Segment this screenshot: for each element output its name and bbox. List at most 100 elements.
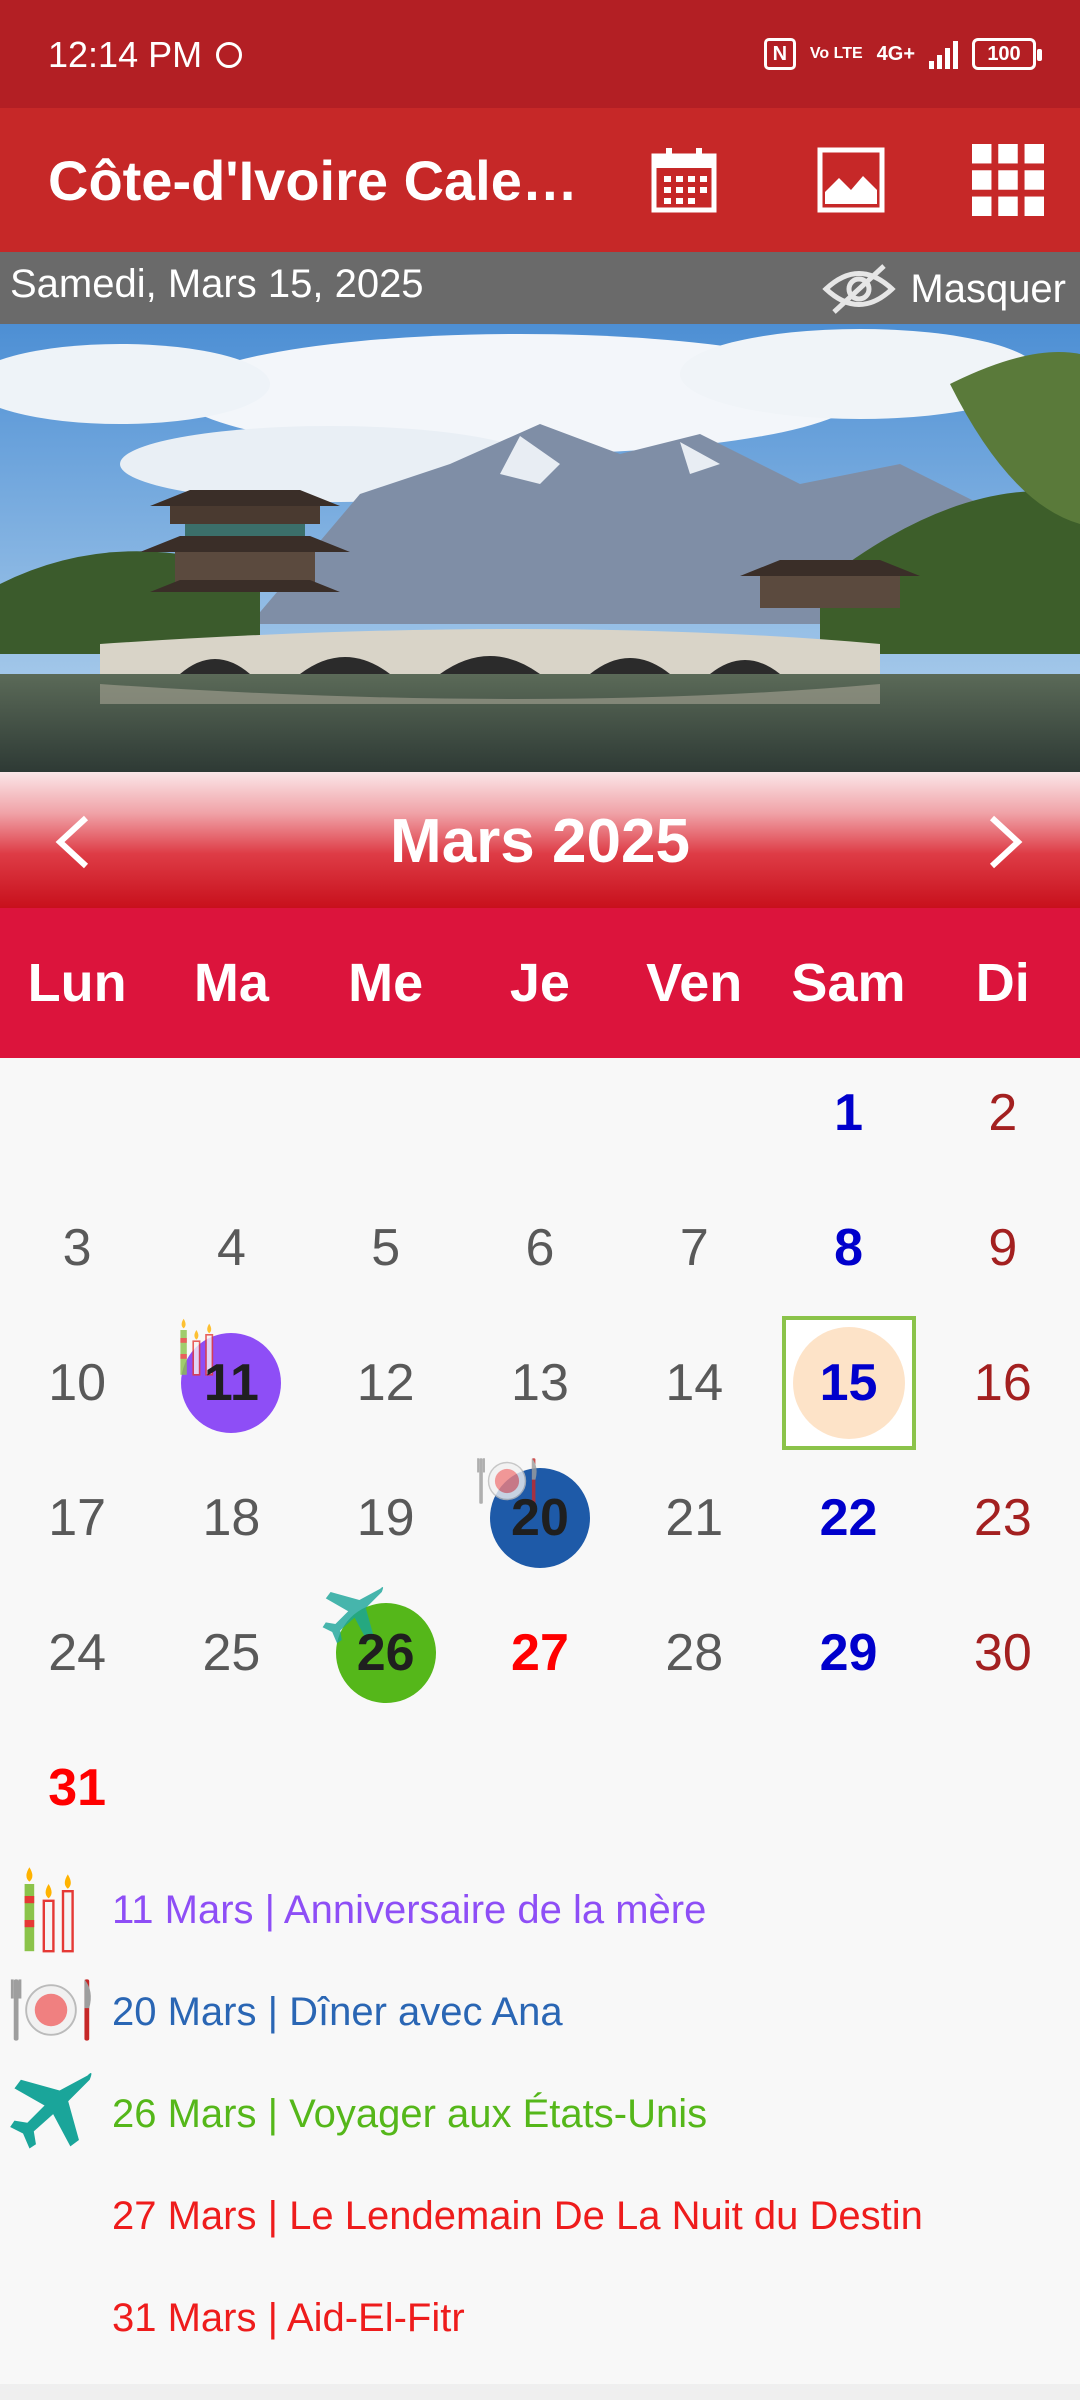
calendar-day-cell[interactable]: 5 xyxy=(309,1193,463,1328)
calendar-day-cell[interactable]: 25 xyxy=(154,1598,308,1733)
calendar-day-number: 21 xyxy=(665,1489,724,1547)
calendar-day-number: 17 xyxy=(48,1489,107,1547)
calendar-day-number: 27 xyxy=(511,1624,569,1682)
calendar-day-number: 20 xyxy=(511,1489,569,1547)
calendar-day-cell[interactable]: 27 xyxy=(463,1598,617,1733)
image-icon xyxy=(817,147,885,213)
event-text: 27 Mars | Le Lendemain De La Nuit du Des… xyxy=(112,2194,923,2238)
calendar-day-cell[interactable]: 17 xyxy=(0,1463,154,1598)
weekday-header: Lun Ma Me Je Ven Sam Di xyxy=(0,908,1080,1058)
weekday-label: Lun xyxy=(27,953,127,1013)
calendar-day-number: 25 xyxy=(202,1624,261,1682)
calendar-day-cell[interactable]: 7 xyxy=(617,1193,771,1328)
hide-label: Masquer xyxy=(910,266,1066,311)
event-item[interactable]: 11 Mars | Anniversaire de la mère xyxy=(0,1860,1080,1960)
calendar-day-cell[interactable]: 20 xyxy=(463,1458,617,1598)
calendar-day-cell[interactable]: 4 xyxy=(154,1193,308,1328)
grid-menu-icon xyxy=(972,144,1044,216)
calendar-day-cell[interactable]: 13 xyxy=(463,1328,617,1463)
date-strip: Samedi, Mars 15, 2025 Masquer xyxy=(0,252,1080,324)
calendar-day-cell[interactable]: 18 xyxy=(154,1463,308,1598)
calendar-day-cell[interactable]: 22 xyxy=(771,1463,925,1598)
calendar-day-cell[interactable]: 8 xyxy=(771,1193,925,1328)
calendar-day-cell[interactable]: 24 xyxy=(0,1598,154,1733)
calendar-day-number: 1 xyxy=(834,1084,864,1142)
calendar-day-number: 26 xyxy=(356,1624,415,1682)
event-text: 26 Mars | Voyager aux États-Unis xyxy=(112,2092,708,2136)
eye-off-icon xyxy=(822,264,897,314)
calendar-day-cell[interactable]: 31 xyxy=(0,1733,154,1868)
hide-button[interactable]: Masquer xyxy=(822,258,1066,320)
calendar-day-cell[interactable]: 6 xyxy=(463,1193,617,1328)
bottom-edge xyxy=(0,2384,1080,2400)
calendar-day-cell[interactable]: 23 xyxy=(926,1463,1080,1598)
calendar-day-cell[interactable]: 14 xyxy=(617,1328,771,1463)
calendar-day-number: 14 xyxy=(665,1354,724,1412)
calendar-day-cell[interactable]: 11 xyxy=(154,1318,308,1463)
event-item[interactable]: 31 Mars | Aid-El-Fitr xyxy=(0,2268,1080,2368)
nfc-icon: N xyxy=(763,38,796,70)
event-text: 31 Mars | Aid-El-Fitr xyxy=(112,2296,465,2340)
calendar-day-cell[interactable]: 12 xyxy=(309,1328,463,1463)
event-item[interactable]: 26 Mars | Voyager aux États-Unis xyxy=(0,2064,1080,2164)
calendar-day-number: 19 xyxy=(356,1489,415,1547)
calendar-day-number: 31 xyxy=(48,1759,107,1817)
calendar-day-cell[interactable]: 3 xyxy=(0,1193,154,1328)
battery-icon: 100 xyxy=(972,38,1042,70)
event-text: 20 Mars | Dîner avec Ana xyxy=(112,1990,563,2034)
calendar-day-number: 22 xyxy=(819,1489,878,1547)
calendar-button[interactable] xyxy=(648,144,720,216)
calendar-day-number: 6 xyxy=(525,1219,555,1277)
calendar-day-number: 29 xyxy=(819,1624,878,1682)
calendar-day-cell[interactable]: 29 xyxy=(771,1598,925,1733)
birthday-candles-icon xyxy=(8,1860,98,1960)
calendar-day-cell[interactable]: 2 xyxy=(926,1058,1080,1193)
calendar-day-cell[interactable]: 9 xyxy=(926,1193,1080,1328)
calendar-day-number: 18 xyxy=(202,1489,261,1547)
image-button[interactable] xyxy=(815,144,887,216)
event-item[interactable]: 20 Mars | Dîner avec Ana xyxy=(0,1962,1080,2062)
calendar-day-number: 5 xyxy=(371,1219,401,1277)
calendar-day-number: 24 xyxy=(48,1624,107,1682)
calendar-day-number: 12 xyxy=(356,1354,415,1412)
weekday-label: Me xyxy=(348,953,424,1013)
calendar-day-number: 3 xyxy=(62,1219,92,1277)
calendar-day-number: 8 xyxy=(834,1219,864,1277)
app-bar: Côte-d'Ivoire Cale… xyxy=(0,108,1080,252)
signal-icon xyxy=(929,39,958,69)
calendar-day-number: 2 xyxy=(988,1084,1018,1142)
calendar-day-number: 15 xyxy=(819,1354,878,1412)
calendar-day-number: 13 xyxy=(511,1354,569,1412)
calendar-day-cell[interactable]: 1 xyxy=(771,1058,925,1193)
calendar-day-number: 7 xyxy=(679,1219,709,1277)
calendar-day-cell[interactable]: 15 xyxy=(771,1316,925,1463)
calendar-day-cell[interactable]: 26 xyxy=(309,1587,463,1733)
banner-image xyxy=(0,324,1080,772)
calendar-day-cell[interactable]: 16 xyxy=(926,1328,1080,1463)
status-bar: 12:14 PM N Vo LTE 4G+ 100 xyxy=(0,0,1080,108)
event-item[interactable]: 27 Mars | Le Lendemain De La Nuit du Des… xyxy=(0,2166,1080,2266)
airplane-icon xyxy=(8,2064,98,2164)
notification-dot-icon xyxy=(216,42,242,68)
calendar-day-number: 10 xyxy=(48,1354,107,1412)
calendar-day-number: 28 xyxy=(665,1624,724,1682)
dinner-plate-icon xyxy=(8,1962,98,2062)
calendar-day-cell[interactable]: 10 xyxy=(0,1328,154,1463)
calendar-icon xyxy=(651,148,717,213)
calendar-day-cell[interactable]: 30 xyxy=(926,1598,1080,1733)
calendar-day-number: 11 xyxy=(203,1354,259,1412)
calendar-day-cell[interactable]: 21 xyxy=(617,1463,771,1598)
grid-menu-button[interactable] xyxy=(972,144,1044,216)
weekday-label: Ma xyxy=(193,953,269,1013)
weekday-label: Di xyxy=(975,953,1030,1013)
calendar-day-number: 9 xyxy=(988,1219,1018,1277)
calendar-day-number: 23 xyxy=(973,1489,1032,1547)
next-month-button[interactable] xyxy=(966,802,1046,882)
status-time: 12:14 PM xyxy=(48,34,203,75)
network-type: 4G+ xyxy=(876,42,915,65)
weekday-label: Ven xyxy=(646,953,743,1013)
calendar-day-cell[interactable]: 19 xyxy=(309,1463,463,1598)
calendar-day-number: 4 xyxy=(216,1219,246,1277)
weekday-label: Je xyxy=(509,953,570,1013)
calendar-day-cell[interactable]: 28 xyxy=(617,1598,771,1733)
